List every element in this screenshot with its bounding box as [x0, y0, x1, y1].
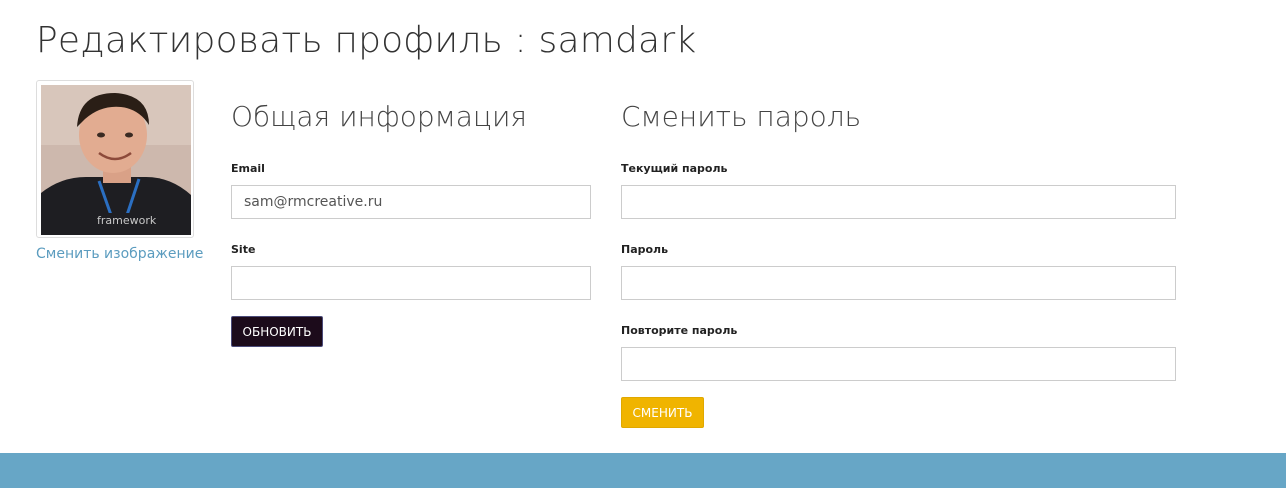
current-password-field[interactable]: [621, 185, 1176, 219]
change-image-link[interactable]: Сменить изображение: [36, 246, 203, 262]
general-info-title: Общая информация: [231, 100, 527, 133]
repeat-password-label: Повторите пароль: [621, 324, 738, 337]
change-password-title: Сменить пароль: [621, 100, 862, 133]
current-password-label: Текущий пароль: [621, 162, 728, 175]
new-password-label: Пароль: [621, 243, 669, 256]
svg-text:framework: framework: [97, 214, 157, 227]
change-password-button[interactable]: Сменить: [621, 397, 704, 428]
site-label: Site: [231, 243, 256, 256]
footer-bar: [0, 453, 1286, 488]
avatar: framework: [36, 80, 194, 238]
email-label: Email: [231, 162, 265, 175]
update-button[interactable]: Обновить: [231, 316, 323, 347]
new-password-field[interactable]: [621, 266, 1176, 300]
page-title: Редактировать профиль : samdark: [36, 20, 697, 61]
email-field[interactable]: [231, 185, 591, 219]
repeat-password-field[interactable]: [621, 347, 1176, 381]
avatar-photo: framework: [41, 85, 191, 235]
site-field[interactable]: [231, 266, 591, 300]
